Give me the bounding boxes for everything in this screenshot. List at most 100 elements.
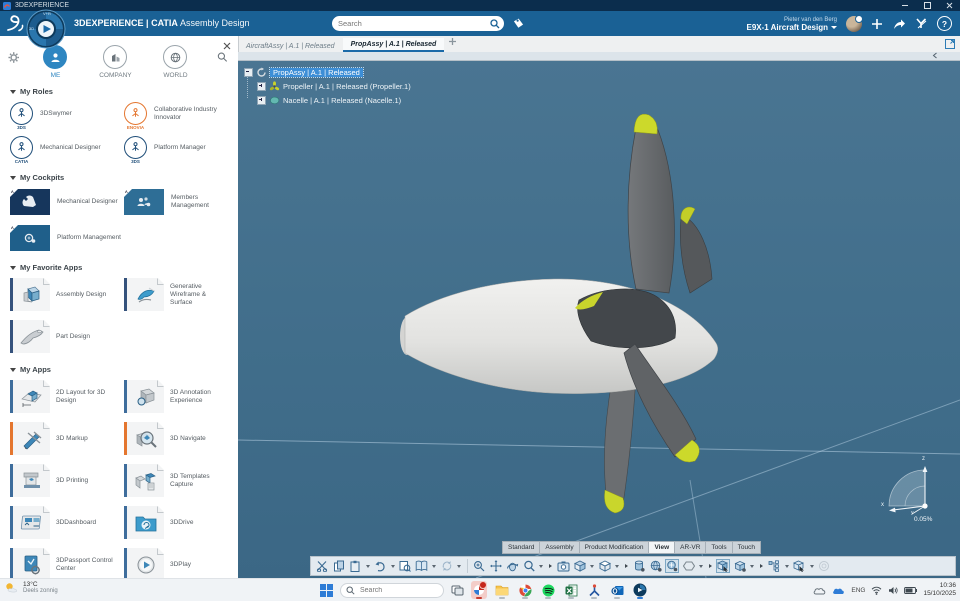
app-3d-annotation[interactable]: 3D Annotation Experience [124, 377, 236, 419]
start-button[interactable] [320, 584, 333, 597]
role-mechanical-designer[interactable]: CATIA Mechanical Designer [10, 133, 124, 167]
panel-search-icon[interactable] [217, 51, 228, 63]
taskbar-app-notifications[interactable] [471, 581, 487, 599]
onedrive-cloud-icon[interactable] [813, 586, 826, 595]
taskbar-search[interactable] [340, 583, 444, 598]
help-button[interactable]: ? [937, 16, 952, 31]
tree-reorder-icon[interactable] [767, 559, 781, 573]
select-cube-icon[interactable] [716, 559, 730, 573]
cloud-sync-icon[interactable] [832, 586, 845, 595]
ribbon-tab-ar-vr[interactable]: AR-VR [674, 541, 705, 554]
search-icon[interactable] [490, 19, 500, 29]
tree-node-label[interactable]: Propeller | A.1 | Released (Propeller.1) [283, 82, 411, 91]
dropdown-caret-icon[interactable] [590, 565, 594, 568]
weather-widget[interactable]: 13°C Deels zonnig [4, 581, 58, 595]
nav-tab-world[interactable]: WORLD [145, 45, 205, 79]
taskbar-app-3dexperience[interactable] [632, 581, 648, 599]
app-3ddrive[interactable]: 3DDrive [124, 503, 236, 545]
nav-tab-me[interactable]: ME [25, 45, 85, 79]
minimize-button[interactable] [894, 0, 916, 11]
search-model-icon[interactable] [398, 559, 412, 573]
app-3d-templates-capture[interactable]: 3D Templates Capture [124, 461, 236, 503]
taskbar-search-input[interactable] [358, 586, 438, 595]
tree-node-label[interactable]: PropAssy | A.1 | Released [270, 68, 363, 77]
dropdown-caret-icon[interactable] [699, 565, 703, 568]
view-modes-icon[interactable] [598, 559, 612, 573]
share-button[interactable] [892, 18, 906, 30]
ribbon-tab-touch[interactable]: Touch [732, 541, 761, 554]
tab-aircraftassy[interactable]: AircraftAssy | A.1 | Released [238, 40, 343, 52]
product-badge-icon[interactable] [665, 559, 679, 573]
dropdown-caret-icon[interactable] [615, 565, 619, 568]
wifi-icon[interactable] [871, 586, 882, 595]
ribbon-tab-assembly[interactable]: Assembly [539, 541, 578, 554]
tab-propassy[interactable]: PropAssy | A.1 | Released [343, 38, 445, 52]
panel-close-icon[interactable] [223, 42, 231, 50]
ribbon-tab-view[interactable]: View [648, 541, 674, 554]
cube-icon[interactable] [733, 559, 747, 573]
app-3dpassport[interactable]: 3DPassport Control Center [10, 545, 124, 578]
nav-tab-company[interactable]: COMPANY [85, 45, 145, 79]
app-3d-navigate[interactable]: 3D Navigate [124, 419, 236, 461]
speaker-icon[interactable] [888, 586, 898, 595]
tree-node-label[interactable]: Nacelle | A.1 | Released (Nacelle.1) [283, 96, 401, 105]
dropdown-caret-icon[interactable] [810, 565, 814, 568]
app-2d-layout[interactable]: 2D Layout for 3D Design [10, 377, 124, 419]
update-icon[interactable] [440, 559, 454, 573]
cube-cursor-icon[interactable] [792, 559, 806, 573]
model-scene[interactable] [238, 52, 960, 578]
taskbar-app-outlook[interactable] [609, 581, 625, 599]
zoom-in-icon[interactable] [472, 559, 486, 573]
role-collab-innovator[interactable]: ENOVIA Collaborative Industry Innovator [124, 99, 236, 133]
catalog-icon[interactable] [415, 559, 429, 573]
global-search-input[interactable] [332, 19, 490, 28]
app-part-design[interactable]: Part Design [10, 317, 124, 359]
avatar[interactable] [846, 16, 862, 32]
cockpit-mechanical-designer[interactable]: Λ Mechanical Designer [10, 185, 124, 221]
role-3dswymer[interactable]: 3DS 3DSwymer [10, 99, 124, 133]
tree-row-nacelle[interactable]: Nacelle | A.1 | Released (Nacelle.1) [244, 93, 411, 107]
dropdown-caret-icon[interactable] [539, 565, 543, 568]
iso-view-icon[interactable] [573, 559, 587, 573]
expand-view-icon[interactable] [945, 39, 955, 49]
paste-icon[interactable] [348, 559, 362, 573]
zoom-area-icon[interactable] [522, 559, 536, 573]
group-expand-icon[interactable] [625, 564, 628, 568]
dropdown-caret-icon[interactable] [457, 565, 461, 568]
section-my-favorite-apps[interactable]: My Favorite Apps [0, 257, 238, 275]
section-my-cockpits[interactable]: My Cockpits [0, 167, 238, 185]
globe-badge-icon[interactable] [649, 559, 663, 573]
user-context[interactable]: Pieter van den Berg E9X-1 Aircraft Desig… [746, 16, 837, 32]
3d-compass[interactable]: V+R 3D [26, 9, 66, 49]
undo-icon[interactable] [373, 559, 387, 573]
section-my-apps[interactable]: My Apps [0, 359, 238, 377]
cut-icon[interactable] [315, 559, 329, 573]
swym-button[interactable] [915, 17, 928, 30]
tree-row-root[interactable]: PropAssy | A.1 | Released [244, 65, 411, 79]
hexagon-icon[interactable] [682, 559, 696, 573]
app-generative-wireframe-surface[interactable]: Generative Wireframe & Surface [124, 275, 236, 317]
3d-viewport[interactable]: z x y 0.05% PropAssy | A.1 | Released Pr… [238, 52, 960, 578]
maximize-button[interactable] [916, 0, 938, 11]
global-search[interactable] [332, 16, 504, 31]
tree-expand-icon[interactable] [257, 96, 266, 105]
dropdown-caret-icon[interactable] [750, 565, 754, 568]
new-tab-button[interactable] [448, 35, 457, 52]
tree-collapse-icon[interactable] [244, 68, 253, 77]
taskbar-app-excel[interactable] [563, 581, 579, 599]
keyboard-language[interactable]: ENG [851, 587, 865, 594]
close-button[interactable] [938, 0, 960, 11]
app-3d-markup[interactable]: 3D Markup [10, 419, 124, 461]
app-assembly-design[interactable]: Assembly Design [10, 275, 124, 317]
rotate-icon[interactable] [505, 559, 519, 573]
cockpit-members-management[interactable]: Λ Members Management [124, 185, 236, 221]
settings-gear-icon[interactable] [8, 51, 19, 64]
group-expand-icon[interactable] [549, 564, 552, 568]
section-my-roles[interactable]: My Roles [0, 81, 238, 99]
dropdown-caret-icon[interactable] [391, 565, 395, 568]
dropdown-caret-icon[interactable] [785, 565, 789, 568]
part-cylinder-icon[interactable] [632, 559, 646, 573]
pan-icon[interactable] [489, 559, 503, 573]
tree-row-propeller[interactable]: Propeller | A.1 | Released (Propeller.1) [244, 79, 411, 93]
ribbon-tab-product-modification[interactable]: Product Modification [579, 541, 649, 554]
